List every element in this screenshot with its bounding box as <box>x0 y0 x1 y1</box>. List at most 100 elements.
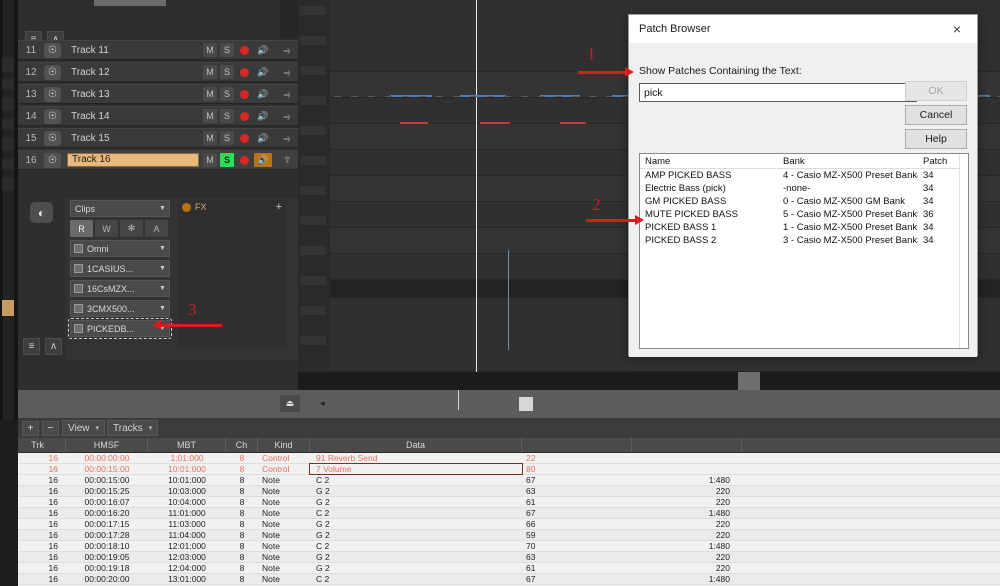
expand-track-chevron[interactable]: ⥤ <box>276 67 298 78</box>
midi-output-dropdown[interactable]: 1CASIUS... ▼ <box>70 260 170 277</box>
input-echo-button[interactable]: 🔊 <box>254 87 272 101</box>
add-fx-button[interactable]: + <box>276 201 282 213</box>
help-button[interactable]: Help <box>905 129 967 149</box>
close-icon[interactable]: × <box>943 17 971 41</box>
track-pane-tab[interactable] <box>94 0 166 6</box>
solo-button[interactable]: S <box>220 65 234 79</box>
solo-button[interactable]: S <box>220 87 234 101</box>
event-row[interactable]: 16 00:00:15:25 10:03:000 8 Note G 2 63 220 <box>18 486 1000 497</box>
midi-channel-dropdown[interactable]: 16CsMZX... ▼ <box>70 280 170 297</box>
event-row[interactable]: 16 00:00:18:10 12:01:000 8 Note C 2 70 1:480 <box>18 541 1000 552</box>
event-row[interactable]: 16 00:00:16:20 11:01:000 8 Note C 2 67 1:480 <box>18 508 1000 519</box>
column-header-trk[interactable]: Trk <box>18 438 66 452</box>
eject-button[interactable]: ⏏ <box>280 395 300 412</box>
expand-track-chevron[interactable]: ⥤ <box>276 133 298 144</box>
now-time-cursor[interactable] <box>476 0 477 372</box>
column-header-mbt[interactable]: MBT <box>148 438 226 452</box>
patch-col-patch[interactable]: Patch <box>918 154 962 168</box>
input-echo-button[interactable]: 🔊 <box>254 153 272 167</box>
event-row[interactable]: 16 00:00:20:00 13:01:000 8 Note C 2 67 1:480 <box>18 574 1000 585</box>
midi-input-dropdown[interactable]: Omni ▼ <box>70 240 170 257</box>
snapshot-button[interactable]: ✻ <box>120 220 143 237</box>
patch-list-scrollbar[interactable] <box>959 154 968 348</box>
tracks-menu[interactable]: Tracks ▾ <box>107 420 159 436</box>
write-mode-button[interactable]: W <box>95 220 118 237</box>
patch-listbox[interactable]: Name Bank Patch AMP PICKED BASS 4 - Casio… <box>639 153 969 349</box>
patch-filter-combobox[interactable]: ⌄ <box>639 83 917 102</box>
horizontal-scrollbar[interactable] <box>298 372 1000 390</box>
patch-row[interactable]: PICKED BASS 2 3 - Casio MZ-X500 Preset Ba… <box>640 234 968 247</box>
event-row[interactable]: 16 00:00:16:07 10:04:000 8 Note G 2 61 220 <box>18 497 1000 508</box>
dialog-title-bar[interactable]: Patch Browser × <box>629 15 977 43</box>
record-arm-button[interactable] <box>237 131 251 145</box>
event-data[interactable]: G 2 <box>310 486 522 496</box>
power-icon[interactable] <box>182 202 191 212</box>
record-arm-button[interactable] <box>237 109 251 123</box>
track-row[interactable]: 11 ☉ Track 11 M S 🔊 ⥤ <box>18 40 298 60</box>
column-header-kind[interactable]: Kind <box>258 438 310 452</box>
read-mode-button[interactable]: R <box>70 220 93 237</box>
track-name[interactable]: Track 14 <box>67 111 203 122</box>
patch-row[interactable]: PICKED BASS 1 1 - Casio MZ-X500 Preset Ba… <box>640 221 968 234</box>
patch-row[interactable]: GM PICKED BASS 0 - Casio MZ-X500 GM Bank 3… <box>640 195 968 208</box>
patch-row[interactable]: MUTE PICKED BASS 5 - Casio MZ-X500 Preset… <box>640 208 968 221</box>
mute-button[interactable]: M <box>203 131 217 145</box>
event-row[interactable]: 16 00:00:19:05 12:03:000 8 Note G 2 63 220 <box>18 552 1000 563</box>
ok-button[interactable]: OK <box>905 81 967 101</box>
input-echo-button[interactable]: 🔊 <box>254 131 272 145</box>
event-data[interactable]: C 2 <box>310 574 522 584</box>
track-row[interactable]: 14 ☉ Track 14 M S 🔊 ⥤ <box>18 106 298 126</box>
event-data[interactable]: 7 Volume <box>309 463 523 475</box>
record-arm-button[interactable] <box>237 87 251 101</box>
event-list-body[interactable]: 16 00:00:00:00 1:01:000 8 Control 91 Reverb S… <box>18 453 1000 586</box>
event-data[interactable]: G 2 <box>310 563 522 573</box>
remove-event-button[interactable]: − <box>42 420 59 436</box>
track-name[interactable]: Track 15 <box>67 133 203 144</box>
patch-col-name[interactable]: Name <box>640 154 778 168</box>
event-row[interactable]: 16 00:00:15:00 10:01:000 8 Note C 2 67 1:480 <box>18 475 1000 486</box>
mute-button[interactable]: M <box>203 43 217 57</box>
column-header-value1[interactable] <box>522 438 632 452</box>
midi-bank-dropdown[interactable]: 3CMX500... ▼ <box>70 300 170 317</box>
expand-track-chevron[interactable]: ⥤ <box>276 111 298 122</box>
column-header-data[interactable]: Data <box>310 438 522 452</box>
track-color-palette-icon[interactable]: ◐ <box>30 202 53 223</box>
clips-dropdown[interactable]: Clips ▼ <box>70 200 170 217</box>
track-filter-icon[interactable]: ≡ <box>23 338 40 355</box>
solo-button[interactable]: S <box>220 153 234 167</box>
scrollbar-thumb[interactable] <box>738 372 760 390</box>
mute-button[interactable]: M <box>203 153 217 167</box>
event-row[interactable]: 16 00:00:00:00 1:01:000 8 Control 91 Reverb S… <box>18 453 1000 464</box>
expand-track-chevron[interactable]: ⥤ <box>276 45 298 56</box>
event-data[interactable]: C 2 <box>310 508 522 518</box>
mute-button[interactable]: M <box>203 109 217 123</box>
event-row[interactable]: 16 00:00:19:18 12:04:000 8 Note G 2 61 220 <box>18 563 1000 574</box>
column-header-hmsf[interactable]: HMSF <box>66 438 148 452</box>
automation-button[interactable]: A <box>145 220 168 237</box>
event-row[interactable]: 16 00:00:17:28 11:04:000 8 Note G 2 59 220 <box>18 530 1000 541</box>
track-row[interactable]: 15 ☉ Track 15 M S 🔊 ⥤ <box>18 128 298 148</box>
input-echo-button[interactable]: 🔊 <box>254 65 272 79</box>
record-arm-button[interactable] <box>237 43 251 57</box>
mute-button[interactable]: M <box>203 87 217 101</box>
search-input[interactable] <box>640 86 897 99</box>
column-header-ch[interactable]: Ch <box>226 438 258 452</box>
patch-col-bank[interactable]: Bank <box>778 154 918 168</box>
view-menu[interactable]: View ▾ <box>62 420 106 436</box>
patch-row[interactable]: AMP PICKED BASS 4 - Casio MZ-X500 Preset … <box>640 169 968 182</box>
event-data[interactable]: G 2 <box>310 519 522 529</box>
event-data[interactable]: C 2 <box>310 541 522 551</box>
event-data[interactable]: G 2 <box>310 497 522 507</box>
track-name[interactable]: Track 12 <box>67 67 203 78</box>
event-data[interactable]: G 2 <box>310 530 522 540</box>
automation-icon[interactable]: ∧ <box>45 338 62 355</box>
track-name[interactable]: Track 11 <box>67 45 203 56</box>
cancel-button[interactable]: Cancel <box>905 105 967 125</box>
patch-row[interactable]: Electric Bass (pick) -none- 34 <box>640 182 968 195</box>
rewind-icon[interactable]: ◂ <box>320 398 325 409</box>
input-echo-button[interactable]: 🔊 <box>254 109 272 123</box>
track-name[interactable]: Track 13 <box>67 89 203 100</box>
record-arm-button[interactable] <box>237 65 251 79</box>
column-header-value2[interactable] <box>632 438 742 452</box>
add-event-button[interactable]: + <box>22 420 39 436</box>
